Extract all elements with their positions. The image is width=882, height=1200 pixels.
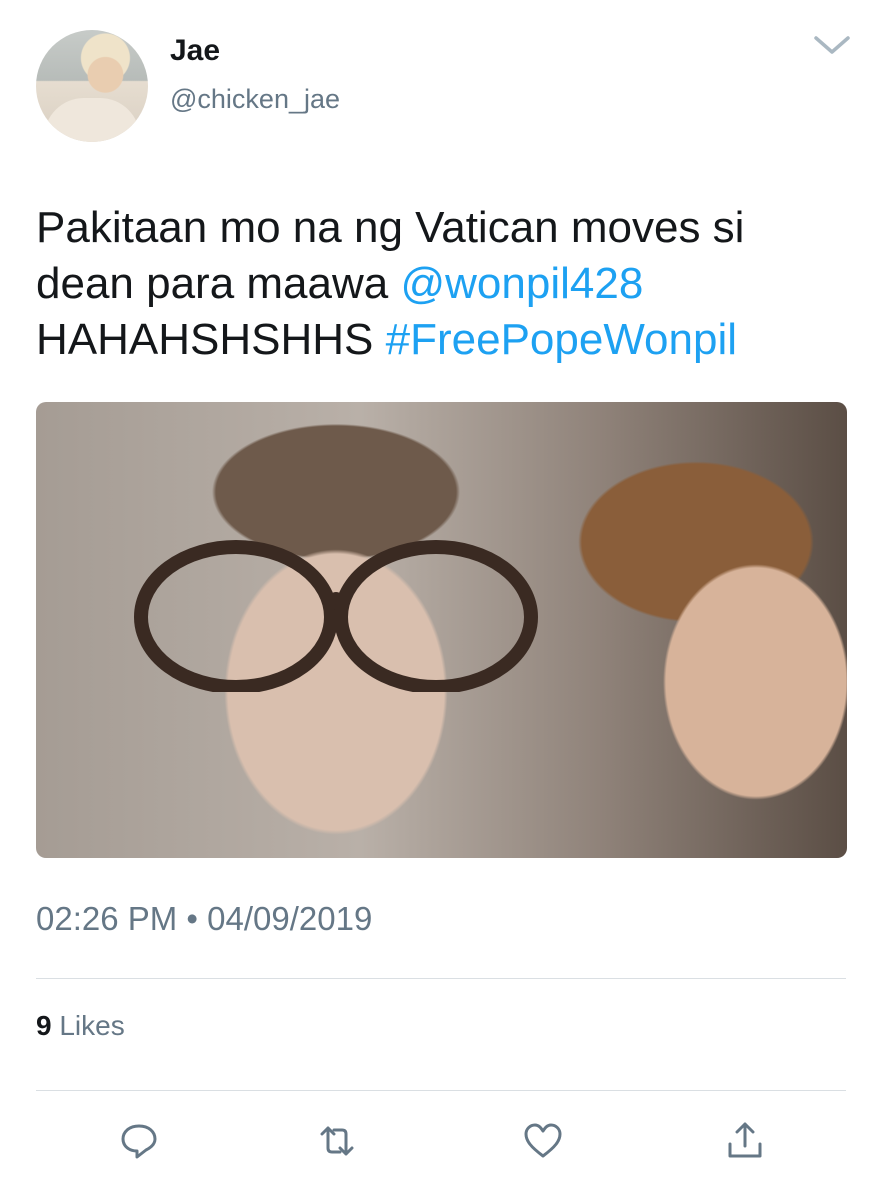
chevron-down-icon[interactable] <box>812 32 852 58</box>
tweet-text-segment: dean para maawa <box>36 259 401 308</box>
likes-label: Likes <box>51 1010 125 1041</box>
tweet-photo[interactable] <box>36 402 847 858</box>
avatar-shirt-shape <box>44 98 140 142</box>
tweet-text: Pakitaan mo na ng Vatican moves si dean … <box>36 200 856 368</box>
tweet-text-segment: HAHAHSHSHHS <box>36 315 386 364</box>
divider <box>36 1090 846 1091</box>
divider <box>36 978 846 979</box>
reply-icon[interactable] <box>118 1120 160 1162</box>
glasses-shape <box>134 540 538 692</box>
likes-count: 9 <box>36 1010 52 1041</box>
tweet-line: HAHAHSHSHHS #FreePopeWonpil <box>36 312 856 368</box>
share-icon[interactable] <box>724 1120 766 1162</box>
tweet-timestamp[interactable]: 02:26 PM • 04/09/2019 <box>36 900 372 938</box>
author-handle[interactable]: @chicken_jae <box>170 84 340 115</box>
avatar[interactable] <box>36 30 148 142</box>
author-name[interactable]: Jae <box>170 34 220 68</box>
likes-stat[interactable]: 9 Likes <box>36 1010 125 1042</box>
hashtag-link[interactable]: #FreePopeWonpil <box>386 315 737 364</box>
retweet-icon[interactable] <box>316 1120 358 1162</box>
tweet-line: dean para maawa @wonpil428 <box>36 256 856 312</box>
tweet-line: Pakitaan mo na ng Vatican moves si <box>36 203 745 252</box>
heart-icon[interactable] <box>522 1120 564 1162</box>
mention-link[interactable]: @wonpil428 <box>400 259 643 308</box>
